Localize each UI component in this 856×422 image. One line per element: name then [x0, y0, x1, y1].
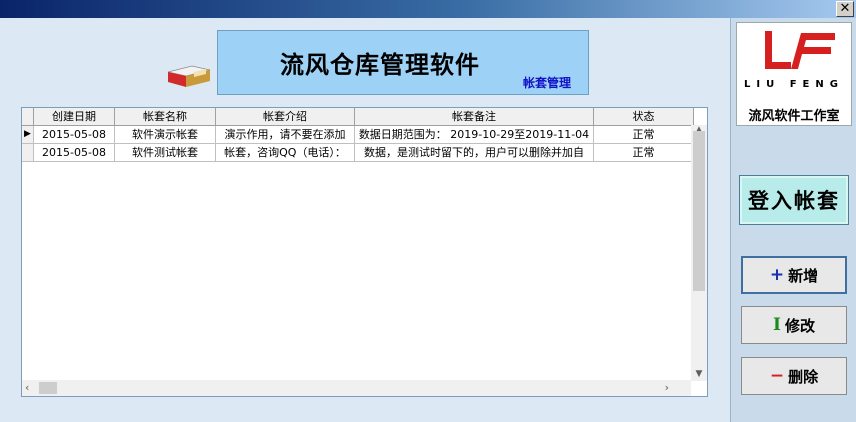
vertical-scrollbar[interactable]: ▲ ▼ [691, 125, 707, 381]
row-indicator [22, 144, 34, 162]
cell-created-date[interactable]: 2015-05-08 [34, 126, 115, 144]
plus-icon: + [769, 265, 785, 285]
right-panel: LIU FENG 流风软件工作室 登入帐套 + 新增 I 修改 − 删除 [730, 18, 856, 422]
table-row[interactable]: ▶ 2015-05-08 软件演示帐套 演示作用，请不要在添加 数据日期范围为：… [22, 126, 694, 144]
column-header-set-intro[interactable]: 帐套介绍 [216, 108, 355, 125]
box-icon [167, 65, 211, 87]
cell-set-name[interactable]: 软件测试帐套 [115, 144, 216, 162]
scroll-down-icon[interactable]: ▼ [691, 369, 707, 379]
add-button-label: 新增 [788, 266, 819, 285]
liufeng-logo-mark [765, 31, 835, 69]
edit-button[interactable]: I 修改 [741, 306, 847, 344]
cell-set-note[interactable]: 数据日期范围为： 2019-10-29至2019-11-04 [355, 126, 594, 144]
cell-set-intro[interactable]: 演示作用，请不要在添加 [216, 126, 355, 144]
add-button[interactable]: + 新增 [741, 256, 847, 294]
cell-set-name[interactable]: 软件演示帐套 [115, 126, 216, 144]
scroll-left-icon[interactable]: ‹ [25, 381, 29, 394]
logo-name: LIU FENG [744, 79, 844, 90]
delete-button-label: 删除 [788, 367, 819, 386]
login-account-set-button[interactable]: 登入帐套 [739, 175, 849, 225]
minus-icon: − [769, 366, 785, 386]
cell-set-note[interactable]: 数据，是测试时留下的，用户可以删除并加自 [355, 144, 594, 162]
horizontal-scrollbar[interactable]: ‹ › [22, 380, 691, 396]
edit-button-label: 修改 [784, 316, 815, 335]
horizontal-scroll-thumb[interactable] [39, 382, 57, 394]
current-row-indicator: ▶ [22, 126, 34, 144]
account-set-table[interactable]: 创建日期 帐套名称 帐套介绍 帐套备注 状态 ▶ 2015-05-08 软件演示… [21, 107, 708, 397]
column-header-status[interactable]: 状态 [594, 108, 694, 125]
company-logo: LIU FENG 流风软件工作室 [736, 22, 852, 126]
column-header-set-note[interactable]: 帐套备注 [355, 108, 594, 125]
title-bar: ✕ [0, 0, 856, 18]
cell-set-intro[interactable]: 帐套，咨询QQ（电话）： [216, 144, 355, 162]
app-banner: 流风仓库管理软件 帐套管理 [217, 30, 589, 95]
cell-status[interactable]: 正常 [594, 144, 694, 162]
cell-status[interactable]: 正常 [594, 126, 694, 144]
column-header-created-date[interactable]: 创建日期 [34, 108, 115, 125]
close-icon[interactable]: ✕ [836, 1, 854, 17]
header-indicator [22, 108, 34, 125]
edit-cursor-icon: I [773, 315, 781, 335]
vertical-scroll-thumb[interactable] [693, 131, 705, 291]
column-header-set-name[interactable]: 帐套名称 [115, 108, 216, 125]
delete-button[interactable]: − 删除 [741, 357, 847, 395]
table-row[interactable]: 2015-05-08 软件测试帐套 帐套，咨询QQ（电话）： 数据，是测试时留下… [22, 144, 694, 162]
cell-created-date[interactable]: 2015-05-08 [34, 144, 115, 162]
studio-name: 流风软件工作室 [748, 109, 840, 124]
page-subtitle: 帐套管理 [523, 76, 572, 90]
scroll-right-icon[interactable]: › [665, 381, 669, 394]
table-header: 创建日期 帐套名称 帐套介绍 帐套备注 状态 [22, 108, 694, 126]
app-title: 流风仓库管理软件 [280, 50, 480, 79]
